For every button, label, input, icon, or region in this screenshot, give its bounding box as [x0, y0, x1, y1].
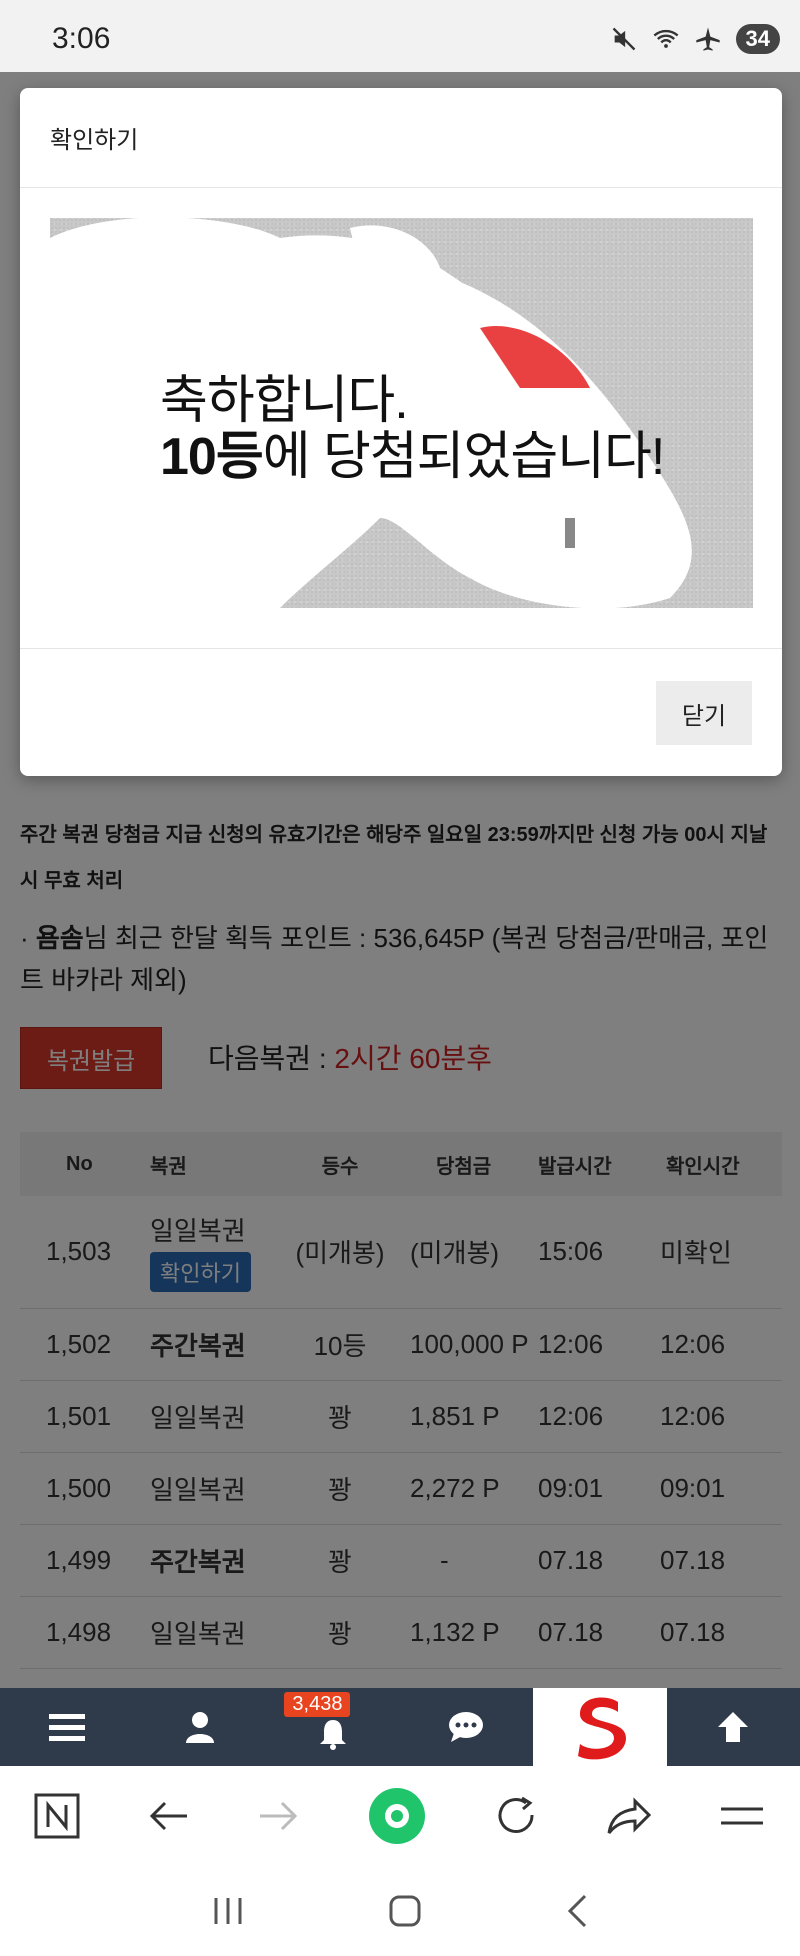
site-toolbar: 3,438	[0, 1688, 800, 1766]
congrats-line2: 10등에 당첨되었습니다!	[160, 414, 666, 489]
congrats-rank: 10등	[160, 428, 264, 486]
browser-toolbar	[0, 1766, 800, 1866]
browser-menu-icon[interactable]	[719, 1801, 765, 1831]
mute-icon	[612, 27, 635, 51]
green-home-icon[interactable]	[367, 1786, 427, 1846]
back-arrow-icon[interactable]	[149, 1799, 189, 1833]
confirm-modal: 확인하기 축하합니다. 10등에 당첨되었습니다! 닫기	[20, 88, 782, 776]
bell-icon	[320, 1720, 346, 1750]
arrow-up-icon	[718, 1712, 749, 1742]
chat-icon	[449, 1712, 484, 1742]
status-time: 3:06	[52, 22, 111, 55]
wifi-icon	[653, 29, 678, 48]
share-icon[interactable]	[607, 1797, 651, 1835]
scroll-top-button[interactable]	[667, 1688, 800, 1766]
status-bar: 3:06 34	[0, 0, 800, 72]
back-icon[interactable]	[565, 1893, 589, 1929]
modal-title: 확인하기	[20, 88, 782, 188]
recent-apps-icon[interactable]	[211, 1895, 245, 1927]
chat-button[interactable]	[400, 1688, 533, 1766]
notification-count: 3,438	[284, 1692, 351, 1717]
naver-icon[interactable]	[34, 1793, 80, 1839]
menu-icon	[48, 1714, 85, 1741]
congrats-rest: 에 당첨되었습니다!	[262, 428, 666, 486]
system-nav-bar	[0, 1866, 800, 1956]
modal-footer: 닫기	[20, 648, 782, 776]
profile-button[interactable]	[133, 1688, 266, 1766]
battery-indicator: 34	[735, 24, 780, 54]
refresh-icon[interactable]	[496, 1795, 538, 1837]
site-logo-button[interactable]	[532, 1688, 667, 1766]
result-image: 축하합니다. 10등에 당첨되었습니다!	[50, 218, 753, 608]
user-icon	[185, 1712, 214, 1743]
status-icons: 34	[610, 24, 780, 54]
airplane-icon	[695, 27, 720, 51]
menu-button[interactable]	[0, 1688, 133, 1766]
home-icon[interactable]	[388, 1894, 422, 1928]
notifications-button[interactable]: 3,438	[266, 1688, 399, 1766]
site-logo-icon	[577, 1697, 626, 1760]
forward-arrow-icon[interactable]	[258, 1799, 298, 1833]
close-button[interactable]: 닫기	[656, 681, 752, 745]
